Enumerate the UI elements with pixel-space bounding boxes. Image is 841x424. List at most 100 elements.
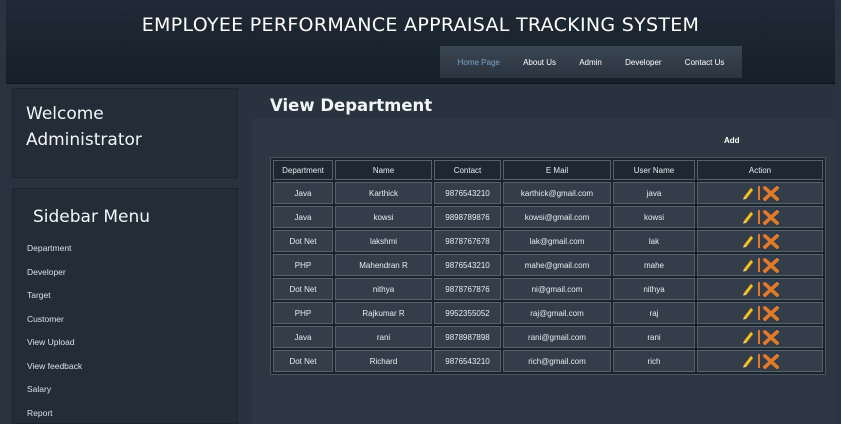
table-header-row: Department Name Contact E Mail User Name… [273,160,823,180]
column-header-user-name: User Name [613,160,695,180]
sidebar-item-view-feedback[interactable]: View feedback [27,359,82,383]
table-row: Java rani 9878987898 rani@gmail.com rani [273,326,823,348]
add-link[interactable]: Add [724,136,740,145]
action-separator [758,354,760,368]
cell-department: Dot Net [273,230,333,252]
cell-department: Java [273,206,333,228]
cell-email: raj@gmail.com [503,302,611,324]
cell-name: rani [335,326,432,348]
delete-x-icon[interactable] [762,256,780,274]
nav-about-us[interactable]: About Us [523,58,556,67]
action-separator [758,234,760,248]
cell-contact: 9878767678 [434,230,501,252]
cell-user-name: lak [613,230,695,252]
edit-pencil-icon[interactable] [741,210,755,224]
delete-x-icon[interactable] [762,328,780,346]
cell-contact: 9876543210 [434,350,501,372]
nav-admin[interactable]: Admin [579,58,602,67]
sidebar-menu: Sidebar Menu Department Developer Target… [12,188,238,424]
cell-action [697,278,823,300]
edit-pencil-icon[interactable] [741,330,755,344]
table-row: Dot Net nithya 9878767876 ni@gmail.com nithy… [273,278,823,300]
edit-pencil-icon[interactable] [741,186,755,200]
cell-department: Java [273,182,333,204]
cell-action [697,230,823,252]
action-separator [758,306,760,320]
cell-contact: 9878987898 [434,326,501,348]
action-group [698,207,822,227]
cell-name: kowsi [335,206,432,228]
cell-email: mahe@gmail.com [503,254,611,276]
delete-x-icon[interactable] [762,304,780,322]
edit-pencil-icon[interactable] [741,258,755,272]
sidebar-item-developer[interactable]: Developer [27,265,82,289]
cell-email: ni@gmail.com [503,278,611,300]
sidebar-item-view-upload[interactable]: View Upload [27,335,82,359]
cell-department: Java [273,326,333,348]
cell-action [697,206,823,228]
cell-action [697,302,823,324]
action-separator [758,258,760,272]
delete-x-icon[interactable] [762,232,780,250]
page-title: View Department [270,96,433,115]
cell-user-name: nithya [613,278,695,300]
welcome-panel: Welcome Administrator [12,88,238,178]
cell-user-name: java [613,182,695,204]
action-group [698,351,822,371]
cell-user-name: mahe [613,254,695,276]
edit-pencil-icon[interactable] [741,306,755,320]
cell-contact: 9876543210 [434,182,501,204]
cell-email: rich@gmail.com [503,350,611,372]
sidebar-list: Department Developer Target Customer Vie… [27,241,82,424]
welcome-role: Administrator [26,130,142,150]
cell-action [697,326,823,348]
cell-department: Dot Net [273,278,333,300]
cell-name: Karthick [335,182,432,204]
sidebar-item-salary[interactable]: Salary [27,382,82,406]
table-row: Dot Net lakshmi 9878767678 lak@gmail.com lak [273,230,823,252]
cell-user-name: rani [613,326,695,348]
delete-x-icon[interactable] [762,208,780,226]
cell-contact: 9876543210 [434,254,501,276]
nav-developer[interactable]: Developer [625,58,661,67]
cell-contact: 9878767876 [434,278,501,300]
table-body: Java Karthick 9876543210 karthick@gmail.com… [273,182,823,372]
sidebar-item-department[interactable]: Department [27,241,82,265]
sidebar-item-report[interactable]: Report [27,406,82,424]
cell-department: PHP [273,302,333,324]
table-row: PHP Mahendran R 9876543210 mahe@gmail.com ma… [273,254,823,276]
top-navigation: Home Page About Us Admin Developer Conta… [440,46,742,78]
edit-pencil-icon[interactable] [741,354,755,368]
action-separator [758,210,760,224]
action-group [698,279,822,299]
sidebar-title: Sidebar Menu [33,207,151,227]
cell-email: lak@gmail.com [503,230,611,252]
sidebar-item-customer[interactable]: Customer [27,312,82,336]
action-group [698,303,822,323]
action-group [698,327,822,347]
sidebar-item-target[interactable]: Target [27,288,82,312]
cell-name: nithya [335,278,432,300]
edit-pencil-icon[interactable] [741,234,755,248]
delete-x-icon[interactable] [762,352,780,370]
cell-user-name: rich [613,350,695,372]
cell-name: Rajkumar R [335,302,432,324]
cell-user-name: kowsi [613,206,695,228]
nav-contact-us[interactable]: Contact Us [685,58,725,67]
edit-pencil-icon[interactable] [741,282,755,296]
action-separator [758,186,760,200]
welcome-text: Welcome Administrator [26,101,142,153]
cell-department: Dot Net [273,350,333,372]
cell-contact: 9952355052 [434,302,501,324]
column-header-department: Department [273,160,333,180]
column-header-action: Action [697,160,823,180]
action-separator [758,282,760,296]
delete-x-icon[interactable] [762,280,780,298]
cell-email: kowsi@gmail.com [503,206,611,228]
cell-email: rani@gmail.com [503,326,611,348]
delete-x-icon[interactable] [762,184,780,202]
cell-name: Mahendran R [335,254,432,276]
column-header-name: Name [335,160,432,180]
nav-home-page[interactable]: Home Page [458,58,500,67]
action-group [698,183,822,203]
